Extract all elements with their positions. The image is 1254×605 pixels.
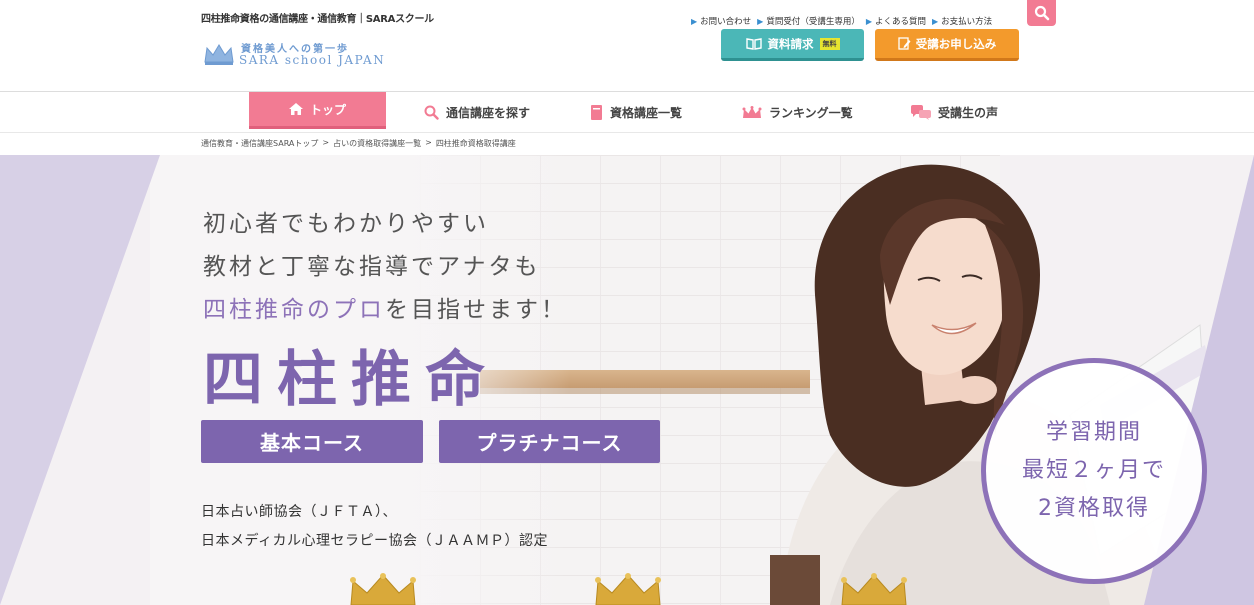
- utility-faq-link[interactable]: ▶ よくある質問: [865, 15, 926, 28]
- utility-links: ▶ お問い合わせ ▶ 質問受付（受講生専用） ▶ よくある質問 ▶ お支払い方法: [691, 15, 992, 28]
- chat-icon: [911, 105, 931, 120]
- certification-line1: 日本占い師協会（ＪＦＴＡ）、: [201, 504, 397, 520]
- platinum-course-tag: プラチナコース: [439, 420, 660, 463]
- certification-text: 日本占い師協会（ＪＦＴＡ）、 日本メディカル心理セラピー協会（ＪＡＡＭＰ）認定: [201, 498, 548, 556]
- logo-wordmark: SARA school JAPAN: [239, 53, 386, 67]
- gold-crown-icon: [350, 573, 416, 605]
- request-brochure-button[interactable]: 資料請求 無料: [721, 29, 864, 61]
- hero-banner[interactable]: 初心者でもわかりやすい 教材と丁寧な指導でアナタも 四柱推命のプロを目指せます！…: [0, 155, 1254, 605]
- hero-title: 四柱推命: [203, 345, 499, 415]
- apply-course-button[interactable]: 受講お申し込み: [875, 29, 1019, 61]
- pen-icon: [898, 37, 911, 50]
- notebook-icon: [591, 105, 602, 120]
- badge-line2: 最短２ヶ月で: [1021, 458, 1166, 483]
- hero-copy-line3: 四柱推命のプロを目指せます！: [203, 289, 567, 332]
- breadcrumb-current: 四柱推命資格取得講座: [435, 139, 516, 148]
- left-lavender-band: [0, 155, 160, 605]
- site-header: 四柱推命資格の通信講座・通信教育｜SARAスクール 資格美人への第一歩 SARA…: [0, 0, 1254, 91]
- logo-crown-icon: [204, 44, 234, 65]
- certification-line2: 日本メディカル心理セラピー協会（ＪＡＡＭＰ）認定: [201, 533, 549, 549]
- search-button[interactable]: [1027, 0, 1056, 26]
- gold-crown-icon: [841, 573, 907, 605]
- breadcrumb-separator: >: [425, 138, 432, 147]
- home-icon: [288, 103, 303, 115]
- book-icon: [745, 38, 762, 50]
- utility-payment-link[interactable]: ▶ お支払い方法: [932, 15, 992, 28]
- badge-line3: 2資格取得: [1038, 496, 1150, 521]
- hero-copy-line1: 初心者でもわかりやすい: [203, 211, 489, 237]
- main-nav: トップ 通信講座を探す 資格講座一覧 ランキング一覧 受講生の声: [0, 91, 1254, 133]
- site-logo[interactable]: 資格美人への第一歩 SARA school JAPAN: [203, 38, 386, 70]
- magnifier-icon: [424, 105, 439, 120]
- nav-item-course-list[interactable]: 資格講座一覧: [590, 92, 682, 133]
- nav-item-top[interactable]: トップ: [249, 92, 386, 129]
- triangle-right-icon: ▶: [691, 16, 698, 26]
- breadcrumb-separator: >: [322, 138, 330, 147]
- triangle-right-icon: ▶: [757, 16, 764, 26]
- breadcrumb-home-link[interactable]: 通信教育・通信講座SARAトップ: [201, 138, 318, 149]
- nav-item-ranking[interactable]: ランキング一覧: [742, 92, 853, 133]
- apply-button-label: 受講お申し込み: [915, 36, 997, 51]
- breadcrumb: 通信教育・通信講座SARAトップ > 占いの資格取得講座一覧 > 四柱推命資格取…: [201, 138, 516, 149]
- hero-copy-line2: 教材と丁寧な指導でアナタも: [203, 254, 541, 280]
- utility-question-link[interactable]: ▶ 質問受付（受講生専用）: [757, 15, 860, 28]
- breadcrumb-fortune-link[interactable]: 占いの資格取得講座一覧: [333, 138, 421, 149]
- search-icon: [1034, 5, 1049, 21]
- basic-course-tag: 基本コース: [201, 420, 423, 463]
- crown-icon: [742, 105, 762, 118]
- hero-copy: 初心者でもわかりやすい 教材と丁寧な指導でアナタも 四柱推命のプロを目指せます！: [203, 203, 567, 332]
- triangle-right-icon: ▶: [865, 16, 872, 26]
- request-button-label: 資料請求: [767, 36, 814, 51]
- site-tagline: 四柱推命資格の通信講座・通信教育｜SARAスクール: [201, 14, 434, 25]
- nav-item-search-courses[interactable]: 通信講座を探す: [424, 92, 530, 133]
- hero-copy-rest: を目指せます！: [385, 297, 567, 323]
- free-badge: 無料: [819, 37, 840, 50]
- nav-item-student-voices[interactable]: 受講生の声: [911, 92, 998, 133]
- utility-contact-link[interactable]: ▶ お問い合わせ: [691, 15, 751, 28]
- hero-copy-accent: 四柱推命のプロ: [203, 297, 385, 323]
- gold-crown-icon: [595, 573, 661, 605]
- badge-line1: 学習期間: [1045, 420, 1142, 445]
- study-period-badge: 学習期間 最短２ヶ月で 2資格取得: [981, 358, 1207, 584]
- triangle-right-icon: ▶: [932, 16, 939, 26]
